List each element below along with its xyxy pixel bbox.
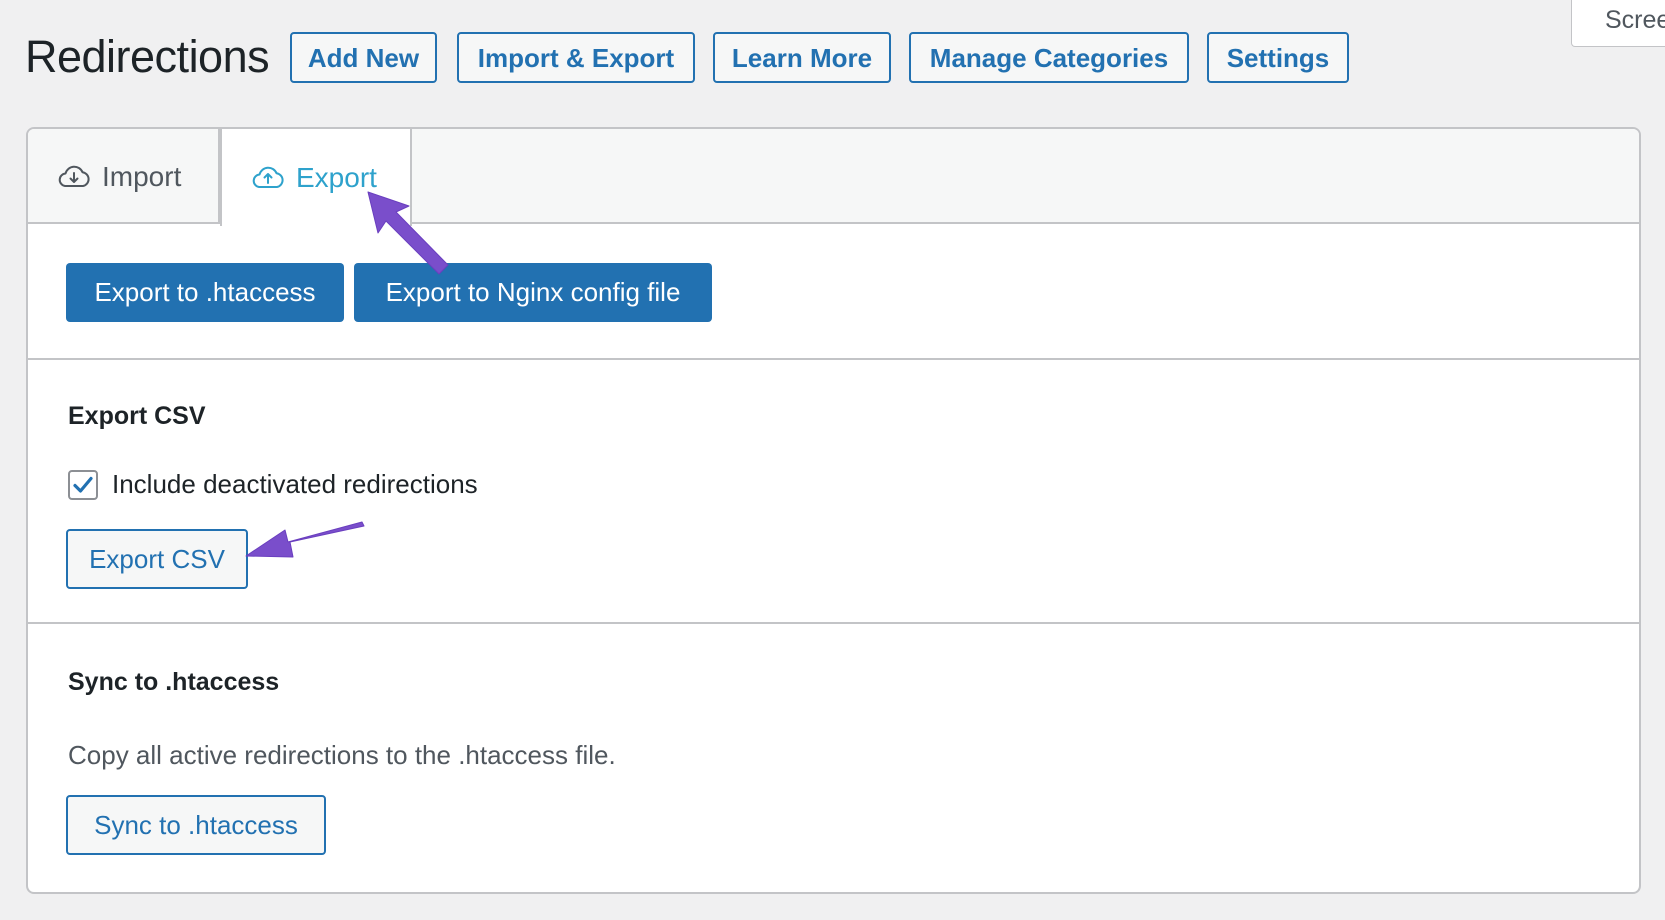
tab-export[interactable]: Export: [220, 129, 412, 226]
sync-htaccess-button[interactable]: Sync to .htaccess: [66, 795, 326, 855]
cloud-upload-icon: [250, 163, 286, 193]
manage-categories-button[interactable]: Manage Categories: [909, 32, 1189, 83]
add-new-button[interactable]: Add New: [290, 32, 437, 83]
cloud-download-icon: [56, 162, 92, 192]
checkmark-icon: [73, 476, 93, 493]
screen-options-button[interactable]: Screen Options: [1571, 0, 1665, 47]
include-deactivated-checkbox[interactable]: [68, 469, 98, 500]
export-htaccess-button[interactable]: Export to .htaccess: [66, 263, 344, 322]
page-title: Redirections: [25, 31, 270, 82]
tab-import-label: Import: [102, 160, 182, 192]
include-deactivated-label: Include deactivated redirections: [112, 469, 478, 499]
export-nginx-button[interactable]: Export to Nginx config file: [354, 263, 712, 322]
tab-export-label: Export: [296, 161, 377, 193]
import-export-button[interactable]: Import & Export: [457, 32, 695, 83]
settings-button[interactable]: Settings: [1207, 32, 1349, 83]
tab-import[interactable]: Import: [28, 129, 220, 224]
import-export-panel: Import Export Export to .htaccess Export…: [26, 127, 1641, 894]
export-csv-button[interactable]: Export CSV: [66, 529, 248, 589]
export-csv-heading: Export CSV: [68, 402, 206, 430]
tab-bar: Import Export: [28, 129, 1639, 226]
sync-htaccess-description: Copy all active redirections to the .hta…: [68, 740, 616, 770]
sync-htaccess-heading: Sync to .htaccess: [68, 668, 280, 696]
include-deactivated-row: Include deactivated redirections: [68, 469, 478, 500]
learn-more-button[interactable]: Learn More: [713, 32, 891, 83]
